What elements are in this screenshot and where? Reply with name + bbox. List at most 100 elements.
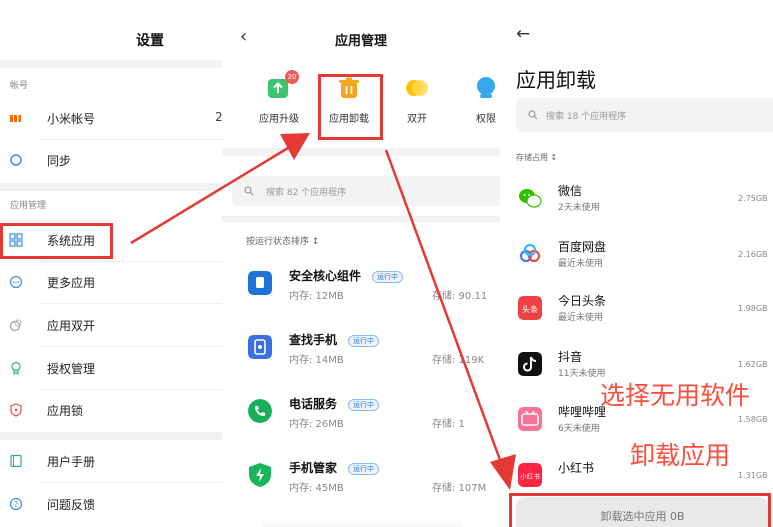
baidu-netdisk-app-icon — [519, 243, 541, 263]
section-label-app-management: 应用管理 — [10, 201, 47, 211]
divider — [0, 183, 222, 191]
next-row-peek — [262, 517, 462, 527]
search-placeholder: 搜索 82 个应用程序 — [266, 188, 347, 198]
find-device-app-icon — [248, 335, 272, 359]
settings-item-permissions[interactable]: 授权管理 — [0, 348, 222, 388]
app-memory: 内存: 26MB — [289, 419, 344, 430]
sort-label: 存储占用 — [516, 153, 548, 162]
tool-dual-apps[interactable]: 双开 — [385, 76, 449, 125]
tool-app-update[interactable]: 20 应用升级 — [247, 70, 311, 125]
app-last-used: 11天未使用 — [558, 369, 606, 379]
settings-item-label: 问题反馈 — [47, 498, 96, 512]
search-input[interactable]: 搜索 18 个应用程序 — [516, 98, 773, 132]
app-last-used: 最近未使用 — [558, 313, 604, 323]
dual-circles-icon — [405, 76, 429, 100]
app-name: 手机管家 — [289, 461, 338, 475]
highlight-uninstall-button — [509, 493, 771, 527]
app-size: 1.62GB — [738, 360, 768, 369]
tool-label: 应用升级 — [259, 114, 299, 125]
douyin-app-icon — [518, 352, 542, 376]
divider — [222, 216, 500, 222]
security-core-app-icon — [248, 271, 272, 295]
section-label-account: 帐号 — [10, 81, 29, 91]
settings-panel: 设置 帐号 小米帐号 2 同步 应用管理 系统应用 更多应用 应用双开 授权管理… — [0, 0, 222, 527]
app-size: 1.31GB — [738, 471, 768, 480]
sort-selector[interactable]: 存储占用 ↕ — [516, 152, 557, 163]
app-last-used: 6天未使用 — [558, 424, 600, 434]
divider — [0, 432, 222, 440]
page-title: 设置 — [136, 33, 164, 49]
app-name: 哔哩哔哩 — [558, 405, 607, 419]
uninstall-app-row[interactable]: 微信 2天未使用 2.75GB — [500, 182, 773, 234]
sort-label: 按运行状态排序 — [246, 237, 310, 247]
sort-selector[interactable]: 按运行状态排序 ↕ — [246, 234, 319, 247]
app-memory: 内存: 12MB — [289, 291, 344, 302]
settings-item-label: 小米帐号 — [47, 112, 96, 126]
divider — [222, 148, 500, 156]
annotation-uninstall-text: 卸载应用 — [630, 441, 731, 470]
app-row[interactable]: 安全核心组件 运行中 内存: 12MB 存储: 90.11 — [222, 265, 500, 325]
running-tag: 运行中 — [372, 271, 403, 283]
search-icon — [528, 110, 538, 120]
settings-item-label: 同步 — [47, 154, 72, 168]
page-title: 应用管理 — [334, 34, 387, 49]
app-storage: 存储: 119K — [432, 355, 485, 366]
app-row[interactable]: 查找手机 运行中 内存: 14MB 存储: 119K — [222, 329, 500, 389]
settings-item-app-lock[interactable]: 应用锁 — [0, 390, 222, 430]
highlight-system-apps — [0, 223, 113, 259]
svg-text:头条: 头条 — [522, 304, 538, 314]
settings-item-mi-account[interactable]: 小米帐号 2 — [0, 98, 222, 138]
more-icon — [9, 275, 23, 289]
running-tag: 运行中 — [348, 463, 379, 475]
settings-item-label: 用户手册 — [47, 455, 96, 469]
back-arrow-icon[interactable]: ← — [516, 24, 530, 44]
tool-permissions[interactable]: 权限 — [454, 76, 500, 125]
tool-label: 双开 — [407, 114, 427, 125]
uninstall-app-row[interactable]: 百度网盘 最近未使用 2.16GB — [500, 238, 773, 290]
tool-label: 权限 — [476, 114, 496, 125]
help-icon: ? — [9, 497, 23, 511]
phone-service-app-icon — [248, 399, 272, 423]
search-placeholder: 搜索 18 个应用程序 — [546, 112, 627, 122]
update-icon: 20 — [267, 70, 299, 100]
app-storage: 存储: 90.11 — [432, 291, 488, 302]
settings-item-label: 更多应用 — [47, 276, 96, 290]
dual-app-icon — [9, 319, 22, 332]
sync-icon — [10, 154, 22, 166]
badge-icon — [11, 361, 21, 375]
app-name: 微信 — [558, 184, 583, 198]
divider — [40, 346, 222, 347]
settings-item-label: 应用双开 — [47, 319, 96, 333]
app-name: 电话服务 — [289, 397, 338, 411]
app-row[interactable]: 电话服务 运行中 内存: 26MB 存储: 1 — [222, 393, 500, 453]
app-name: 查找手机 — [289, 333, 338, 347]
app-last-used: 2天未使用 — [558, 203, 600, 213]
settings-item-more-apps[interactable]: 更多应用 — [0, 262, 222, 302]
app-row[interactable]: 手机管家 运行中 内存: 45MB 存储: 107M — [222, 457, 500, 517]
settings-item-label: 授权管理 — [47, 362, 96, 376]
settings-item-user-manual[interactable]: 用户手册 — [0, 441, 222, 481]
search-input[interactable]: 搜索 82 个应用程序 — [232, 176, 500, 206]
settings-item-value: 2 — [215, 110, 222, 124]
settings-item-sync[interactable]: 同步 — [0, 140, 222, 180]
highlight-uninstall-tool — [318, 74, 383, 140]
divider — [40, 303, 222, 304]
user-permission-icon — [474, 76, 498, 100]
sort-toggle-icon: ↕ — [550, 153, 558, 162]
settings-item-feedback[interactable]: ? 问题反馈 — [0, 484, 222, 524]
running-tag: 运行中 — [348, 335, 379, 347]
svg-text:?: ? — [14, 500, 18, 509]
sort-toggle-icon: ↕ — [311, 237, 320, 247]
update-count-badge: 20 — [285, 70, 299, 84]
uninstall-app-row[interactable]: 头条 今日头条 最近未使用 1.98GB — [500, 292, 773, 344]
app-size: 1.98GB — [738, 304, 768, 313]
security-manager-app-icon — [249, 463, 271, 487]
toutiao-app-icon: 头条 — [518, 296, 542, 320]
settings-item-dual-apps[interactable]: 应用双开 — [0, 305, 222, 345]
book-icon — [10, 454, 22, 468]
app-size: 1.58GB — [738, 415, 768, 424]
running-tag: 运行中 — [348, 399, 379, 411]
shield-icon — [10, 403, 22, 417]
divider — [0, 60, 222, 68]
divider — [40, 482, 222, 483]
